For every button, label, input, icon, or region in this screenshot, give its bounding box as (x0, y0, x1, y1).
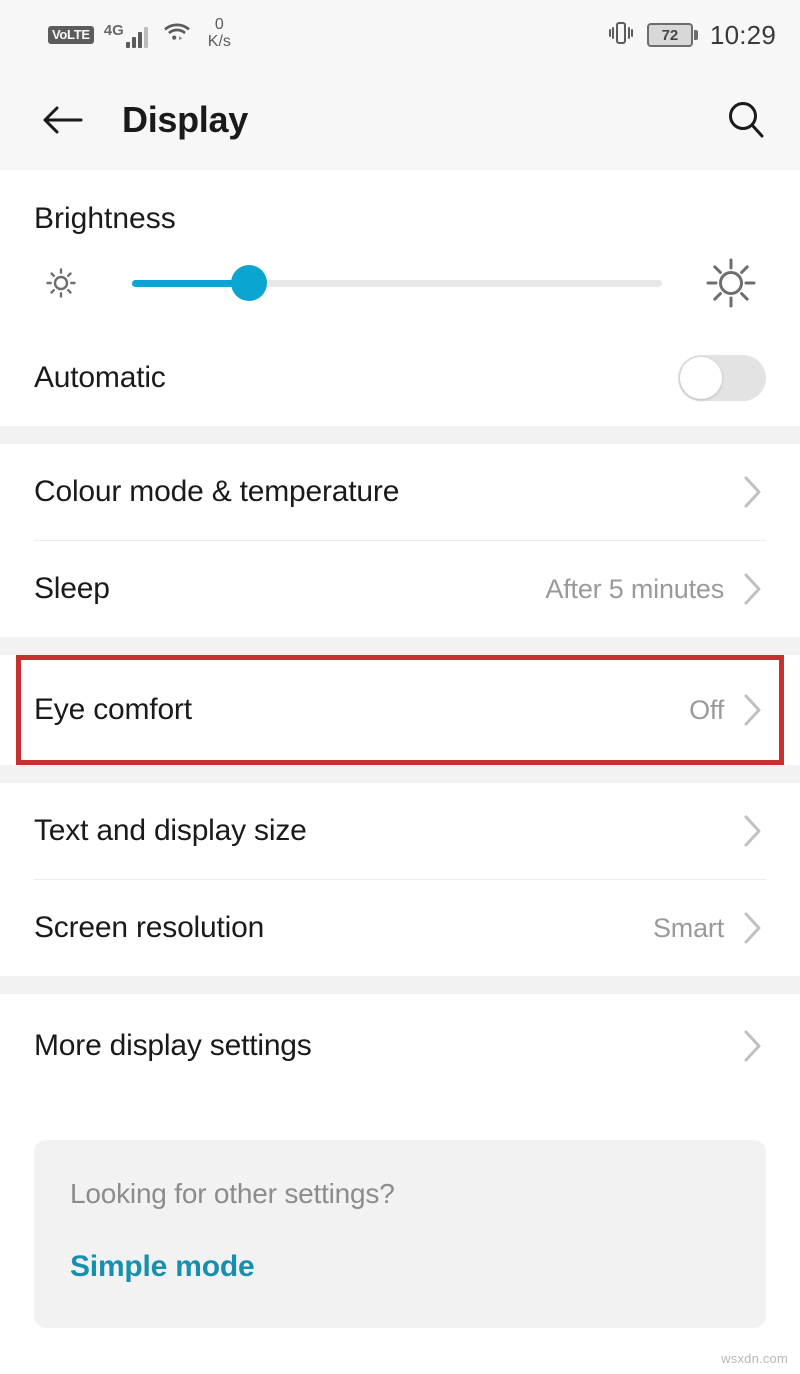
chevron-right-icon (740, 570, 766, 608)
brightness-slider-row (34, 236, 766, 330)
search-icon (729, 102, 764, 138)
settings-group-2: Eye comfort Off (0, 655, 800, 765)
sun-high-icon (696, 257, 766, 309)
section-divider (0, 765, 800, 783)
row-more-display-settings[interactable]: More display settings (34, 994, 766, 1098)
brightness-slider[interactable] (132, 263, 662, 303)
chevron-right-icon (740, 473, 766, 511)
back-button[interactable] (34, 92, 90, 148)
row-automatic[interactable]: Automatic (34, 330, 766, 426)
brightness-section: Brightness Automatic (0, 170, 800, 426)
wifi-icon (162, 20, 192, 49)
row-text-and-display-size[interactable]: Text and display size (34, 783, 766, 879)
status-bar-right: 72 10:29 (607, 20, 776, 51)
battery-icon: 72 (646, 23, 698, 47)
cellular-signal-indicator: 4G (104, 23, 148, 48)
settings-content: Brightness Automatic Colour mode & tempe… (0, 170, 800, 1328)
status-bar-clock: 10:29 (709, 19, 776, 50)
row-value: Smart (652, 912, 724, 943)
app-bar: Display (0, 70, 800, 170)
row-label: Colour mode & temperature (34, 475, 400, 508)
signal-bars-icon (125, 26, 148, 48)
automatic-toggle[interactable] (678, 355, 766, 401)
volte-icon: VoLTE (48, 26, 94, 44)
other-settings-card: Looking for other settings? Simple mode (34, 1140, 766, 1328)
chevron-right-icon (740, 1027, 766, 1065)
chevron-right-icon (740, 812, 766, 850)
data-rate-unit: K/s (207, 33, 231, 50)
row-value: Off (689, 694, 724, 725)
vibrate-icon (607, 20, 635, 51)
data-rate-value: 0 (214, 16, 224, 34)
row-automatic-label: Automatic (34, 361, 166, 394)
slider-thumb[interactable] (230, 265, 267, 301)
row-eye-comfort[interactable]: Eye comfort Off (34, 655, 766, 765)
simple-mode-link[interactable]: Simple mode (70, 1250, 255, 1284)
row-value: After 5 minutes (545, 573, 724, 604)
row-sleep[interactable]: Sleep After 5 minutes (34, 541, 766, 637)
back-arrow-icon (43, 106, 83, 134)
section-divider (0, 426, 800, 444)
info-card-question: Looking for other settings? (70, 1178, 395, 1209)
toggle-knob (680, 357, 722, 399)
row-label: Sleep (34, 572, 110, 605)
row-colour-mode-temperature[interactable]: Colour mode & temperature (34, 444, 766, 540)
page-title: Display (122, 99, 248, 140)
sun-low-icon (34, 266, 88, 300)
row-label: Screen resolution (34, 911, 265, 944)
row-label: Eye comfort (34, 693, 192, 726)
row-label: Text and display size (34, 814, 307, 847)
chevron-right-icon (740, 691, 766, 729)
status-bar-left: VoLTE 4G 0 K/s (48, 16, 231, 53)
info-card-area: Looking for other settings? Simple mode (0, 1098, 800, 1328)
network-type-label: 4G (103, 21, 124, 39)
section-divider (0, 976, 800, 994)
row-label: More display settings (34, 1029, 312, 1062)
section-divider (0, 637, 800, 655)
settings-group-3: Text and display size Screen resolution … (0, 783, 800, 976)
status-bar: VoLTE 4G 0 K/s 72 10:29 (0, 0, 800, 70)
settings-group-4: More display settings (0, 994, 800, 1098)
battery-percent-label: 72 (661, 26, 679, 44)
chevron-right-icon (740, 909, 766, 947)
search-button[interactable] (718, 92, 774, 148)
brightness-title: Brightness (34, 202, 176, 235)
settings-group-1: Colour mode & temperature Sleep After 5 … (0, 444, 800, 637)
data-rate-indicator: 0 K/s (207, 16, 231, 51)
row-screen-resolution[interactable]: Screen resolution Smart (34, 880, 766, 976)
watermark: wsxdn.com (721, 1351, 788, 1366)
